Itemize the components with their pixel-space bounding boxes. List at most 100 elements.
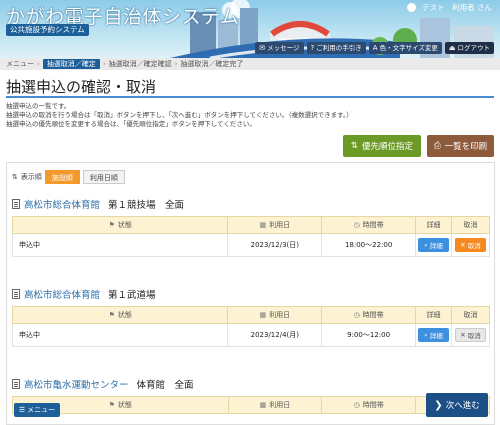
sort-label: 表示順: [20, 173, 42, 181]
clock-icon: ◷: [353, 221, 360, 229]
text-size-button[interactable]: A 色・文字サイズ変更: [368, 42, 442, 54]
status-cell: 申込中: [11, 233, 229, 257]
sort-row: ⇅ 表示順 施設順 利用日順: [12, 170, 125, 184]
header-time: ◷ 時間帯: [321, 396, 417, 414]
header-detail: 詳細: [415, 306, 452, 324]
sort-icon: ⇅: [12, 173, 18, 181]
sort-by-date-button[interactable]: 利用日順: [82, 170, 125, 184]
room-name: 第１競技場 全面: [108, 200, 185, 211]
header-status: ⚑ 状態: [11, 306, 229, 324]
text-size-label: 色・文字サイズ変更: [379, 44, 438, 52]
flag-icon: ⚑: [108, 221, 115, 229]
header-date-label: 利用日: [269, 311, 291, 319]
header-status: ⚑ 状態: [11, 216, 229, 234]
priority-button[interactable]: ⇅ 優先順位指定: [343, 135, 421, 157]
next-button[interactable]: ❯ 次へ進む: [426, 393, 488, 417]
date-cell: 2023/12/3(日): [227, 233, 323, 257]
calendar-icon: ▦: [259, 401, 267, 409]
detail-button[interactable]: ⌕ 詳細: [417, 238, 449, 252]
print-button[interactable]: ⎙ 一覧を印刷: [427, 135, 494, 157]
message-icon: ✉: [259, 44, 266, 52]
table-row: 申込中 2023/12/3(日) 18:00～22:00 ⌕ 詳細 ✕ 取消: [11, 233, 491, 257]
header-nav: ✉ メッセージ ? ご利用の手引き A 色・文字サイズ変更 ⏏ ログアウト: [255, 42, 494, 54]
breadcrumb-item-menu[interactable]: メニュー: [6, 59, 34, 69]
chevron-right-icon: ❯: [434, 399, 443, 411]
cancel-toggle-button[interactable]: ✕ 取消: [454, 328, 486, 342]
detail-cell: ⌕ 詳細: [415, 323, 452, 347]
detail-cell: ⌕ 詳細: [415, 233, 452, 257]
cancel-label: 取消: [467, 332, 481, 340]
time-cell: 18:00～22:00: [321, 233, 416, 257]
table-header-row: ⚑状態 ▦利用日 ◷時間帯 詳細 取消: [11, 306, 491, 324]
reservation-table: ⚑状態 ▦利用日 ◷時間帯 詳細 取消: [12, 396, 490, 414]
page-description: 抽選申込の一覧です。 抽選申込の取消を行う場合は「取消」ボタンを押下し、「次へ進…: [6, 102, 486, 129]
facility-heading: 高松市亀水運動センター 体育館 全面: [12, 377, 194, 391]
header-date: ▦ 利用日: [227, 306, 323, 324]
building-icon: [12, 199, 20, 209]
cancel-toggle-button[interactable]: ✕ 取消: [454, 238, 486, 252]
breadcrumb-separator: ›: [174, 60, 178, 68]
date-cell: 2023/12/4(月): [227, 323, 323, 347]
logout-icon: ⏏: [448, 44, 456, 52]
message-label: メッセージ: [267, 44, 300, 52]
time-cell: 9:00～12:00: [321, 323, 416, 347]
search-icon: ⌕: [424, 240, 428, 249]
reservation-table: ⚑ 状態 ▦ 利用日 ◷ 時間帯 詳細 取消 申込中 2023/12/4(月) 9:0…: [11, 306, 491, 347]
breadcrumb-item-complete: 抽選取消／確定完了: [180, 60, 244, 68]
header-status-label: 状態: [117, 311, 132, 319]
message-button[interactable]: ✉ メッセージ: [255, 42, 304, 54]
room-name: 第１武道場: [108, 290, 156, 301]
header-time-label: 時間帯: [362, 401, 384, 409]
header-time: ◷ 時間帯: [321, 306, 416, 324]
help-button[interactable]: ? ご利用の手引き: [306, 42, 366, 54]
menu-button[interactable]: ☰ メニュー: [14, 403, 60, 417]
printer-icon: ⎙: [433, 141, 441, 151]
site-header: かがわ電子自治体システム 公共施設予約システム テスト 利用者 さん ✉ メッセ…: [0, 0, 500, 58]
breadcrumb-item-confirm: 抽選取消／確定確認: [108, 60, 172, 68]
menu-icon: ☰: [18, 406, 26, 414]
table-row: 申込中 2023/12/4(月) 9:00～12:00 ⌕ 詳細 ✕ 取消: [11, 323, 491, 347]
header-cancel: 取消: [450, 306, 491, 324]
flag-icon: ⚑: [108, 311, 115, 319]
clock-icon: ◷: [353, 401, 360, 409]
facility-name-link[interactable]: 高松市総合体育館: [24, 197, 100, 211]
help-icon: ?: [310, 44, 315, 52]
status-cell: 申込中: [11, 323, 229, 347]
calendar-icon: ▦: [259, 311, 267, 319]
detail-button[interactable]: ⌕ 詳細: [417, 328, 449, 342]
user-area: テスト 利用者 さん: [407, 2, 492, 13]
facility-name-link[interactable]: 高松市総合体育館: [24, 287, 100, 301]
logout-label: ログアウト: [457, 44, 491, 52]
header-cancel: 取消: [450, 216, 491, 234]
room-name: 体育館 全面: [136, 380, 194, 391]
user-icon: [407, 3, 417, 12]
text-size-icon: A: [372, 44, 378, 52]
cancel-cell: ✕ 取消: [450, 323, 491, 347]
header-time-label: 時間帯: [362, 311, 384, 319]
user-name: テスト 利用者 さん: [422, 3, 492, 12]
flag-icon: ⚑: [108, 401, 115, 409]
search-icon: ⌕: [424, 330, 428, 339]
breadcrumb-separator: ›: [102, 60, 106, 68]
detail-label: 詳細: [429, 242, 443, 250]
sort-by-facility-button[interactable]: 施設順: [44, 170, 80, 184]
breadcrumb-separator: ›: [37, 60, 40, 68]
header-detail: 詳細: [415, 216, 452, 234]
header-date: ▦ 利用日: [227, 396, 323, 414]
header-date-label: 利用日: [269, 221, 291, 229]
reservation-panel: ⇅ 表示順 施設順 利用日順 高松市総合体育館 第１競技場 全面 ⚑ 状態 ▦ 利用…: [6, 162, 495, 425]
table-header-row: ⚑状態 ▦利用日 ◷時間帯 詳細 取消: [11, 216, 491, 234]
table-header-row: ⚑状態 ▦利用日 ◷時間帯 詳細 取消: [12, 396, 490, 414]
header-time: ◷ 時間帯: [321, 216, 416, 234]
detail-label: 詳細: [429, 332, 443, 340]
print-label: 一覧を印刷: [444, 142, 488, 152]
menu-label: メニュー: [27, 406, 56, 414]
building-icon: [12, 289, 20, 299]
facility-name-link[interactable]: 高松市亀水運動センター: [24, 377, 129, 391]
calendar-icon: ▦: [259, 221, 267, 229]
reservation-table: ⚑ 状態 ▦ 利用日 ◷ 時間帯 詳細 取消 申込中 2023/12/3(日) 18:…: [11, 216, 491, 257]
close-icon: ✕: [460, 331, 466, 339]
breadcrumb-item-current: 抽選取消／確定: [42, 59, 100, 69]
next-label: 次へ進む: [445, 401, 480, 411]
logout-button[interactable]: ⏏ ログアウト: [444, 42, 494, 54]
